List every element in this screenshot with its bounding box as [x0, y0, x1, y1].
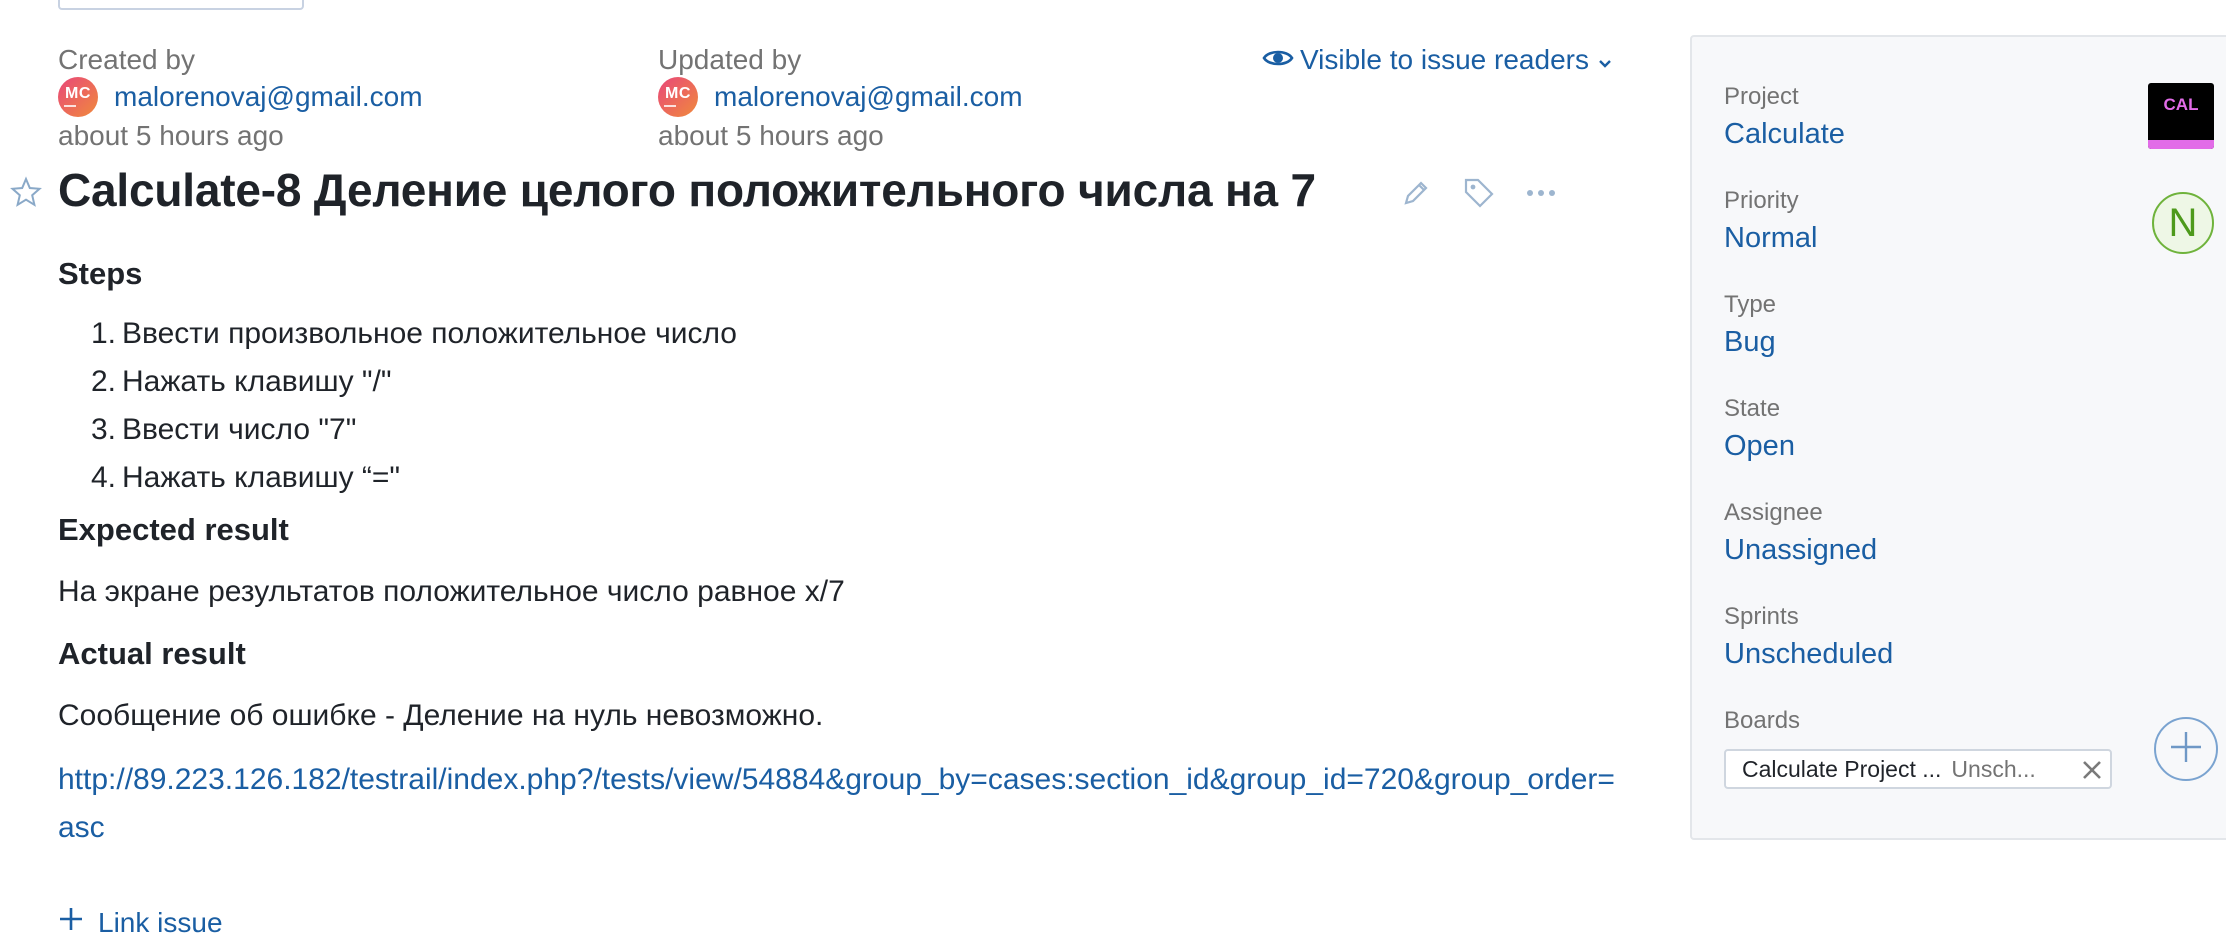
created-by-email[interactable]: malorenovaj@gmail.com — [114, 81, 423, 113]
type-field[interactable]: Type Bug — [1724, 289, 1776, 363]
created-by-block: Created by MC malorenovaj@gmail.com abou… — [58, 42, 423, 156]
priority-value[interactable]: Normal — [1724, 217, 1817, 259]
updated-by-user[interactable]: MC malorenovaj@gmail.com — [658, 77, 1023, 117]
chevron-down-icon — [1597, 44, 1619, 76]
pencil-icon[interactable] — [1400, 177, 1432, 209]
list-item: 1. Ввести произвольное положительное числ… — [90, 317, 737, 350]
eye-icon — [1262, 44, 1300, 76]
boards-field: Boards — [1724, 705, 1800, 737]
type-value[interactable]: Bug — [1724, 321, 1776, 363]
title-actions — [1400, 176, 1586, 210]
created-time: about 5 hours ago — [58, 120, 284, 151]
plus-icon — [58, 906, 84, 939]
top-button-partial[interactable] — [58, 0, 304, 10]
visibility-label: Visible to issue readers — [1300, 44, 1589, 75]
type-label: Type — [1724, 291, 1777, 318]
updated-by-block: Updated by MC malorenovaj@gmail.com abou… — [658, 42, 1023, 156]
project-label: Project — [1724, 83, 1799, 110]
issue-page: Created by MC malorenovaj@gmail.com abou… — [0, 0, 2226, 950]
project-field[interactable]: Project Calculate — [1724, 81, 1845, 155]
boards-label: Boards — [1724, 707, 1801, 734]
assignee-label: Assignee — [1724, 499, 1823, 526]
list-item: 3. Ввести число "7" — [90, 413, 357, 446]
actual-text: Сообщение об ошибке - Деление на нуль не… — [58, 699, 824, 732]
list-item: 2. Нажать клавишу "/" — [90, 365, 392, 398]
tag-icon[interactable] — [1462, 176, 1496, 210]
board-chip[interactable]: Calculate Project ... Unsch... — [1724, 749, 2112, 789]
more-icon[interactable] — [1526, 189, 1556, 197]
testrail-link[interactable]: http://89.223.126.182/testrail/index.php… — [58, 756, 1628, 852]
avatar: MC — [658, 77, 698, 117]
updated-by-label: Updated by — [658, 44, 802, 75]
link-issue-button[interactable]: Link issue — [58, 906, 223, 939]
visibility-dropdown[interactable]: Visible to issue readers — [1262, 42, 1619, 78]
issue-title[interactable]: Calculate-8 Деление целого положительног… — [58, 163, 1316, 217]
star-icon[interactable] — [10, 176, 42, 213]
actual-heading: Actual result — [58, 636, 246, 671]
assignee-value[interactable]: Unassigned — [1724, 529, 1877, 571]
link-issue-label: Link issue — [98, 906, 223, 938]
add-board-button[interactable] — [2154, 717, 2218, 781]
sprints-field[interactable]: Sprints Unscheduled — [1724, 601, 1893, 675]
board-sprint: Unsch... — [1951, 755, 2036, 782]
close-icon[interactable] — [2080, 758, 2104, 788]
issue-fields-panel: Project Calculate CAL Priority Normal N … — [1690, 35, 2226, 840]
project-value[interactable]: Calculate — [1724, 113, 1845, 155]
issue-description: Steps 1. Ввести произвольное положительно… — [58, 252, 1628, 852]
list-item: 4. Нажать клавишу “=" — [90, 461, 401, 494]
state-field[interactable]: State Open — [1724, 393, 1795, 467]
steps-heading: Steps — [58, 256, 143, 291]
state-value[interactable]: Open — [1724, 425, 1795, 467]
board-name: Calculate Project ... — [1742, 755, 1942, 782]
steps-list: 1. Ввести произвольное положительное числ… — [58, 310, 1628, 502]
expected-heading: Expected result — [58, 512, 289, 547]
created-by-label: Created by — [58, 44, 195, 75]
priority-label: Priority — [1724, 187, 1799, 214]
sprints-label: Sprints — [1724, 603, 1799, 630]
project-logo: CAL — [2148, 83, 2214, 149]
assignee-field[interactable]: Assignee Unassigned — [1724, 497, 1877, 571]
updated-time: about 5 hours ago — [658, 120, 884, 151]
created-by-user[interactable]: MC malorenovaj@gmail.com — [58, 77, 423, 117]
expected-text: На экране результатов положительное числ… — [58, 575, 845, 608]
priority-badge: N — [2152, 192, 2214, 254]
avatar: MC — [58, 77, 98, 117]
plus-icon — [2168, 729, 2204, 770]
sprints-value[interactable]: Unscheduled — [1724, 633, 1893, 675]
state-label: State — [1724, 395, 1781, 422]
updated-by-email[interactable]: malorenovaj@gmail.com — [714, 81, 1023, 113]
priority-field[interactable]: Priority Normal — [1724, 185, 1817, 259]
